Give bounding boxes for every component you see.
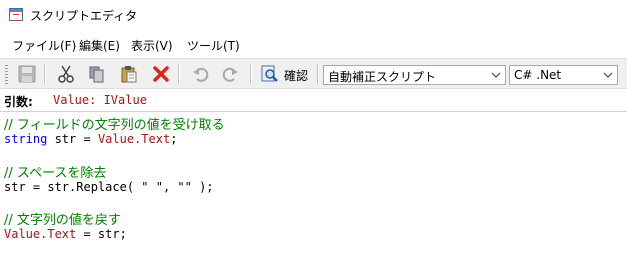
save-button[interactable] [16,63,38,85]
script-select[interactable]: 自動補正スクリプト [323,65,506,85]
code-editor[interactable]: // フィールドの文字列の値を受け取る string str = Value.T… [0,111,627,258]
save-icon [18,65,36,83]
paste-button[interactable] [118,63,140,85]
arguments-label: 引数: [4,95,33,109]
title-bar: スクリプトエディタ [0,0,627,30]
code-text: ; [170,132,178,146]
code-text: = str; [76,227,127,241]
code-line: string str = Value.Text; [4,132,177,146]
arguments-bar: 引数: Value: IValue [0,89,627,111]
undo-button[interactable] [189,63,211,85]
undo-icon [193,67,209,82]
code-line: str = str.Replace( " ", "" ); [4,180,214,194]
code-property: Value.Text [4,227,77,241]
toolbar: 確認 自動補正スクリプト C# .Net [0,58,627,89]
menu-tools[interactable]: ツール(T) [187,37,240,54]
toolbar-separator [44,64,46,84]
language-select[interactable]: C# .Net [509,65,618,85]
code-comment-line: // 文字列の値を戻す [4,213,121,228]
copy-button[interactable] [86,63,108,85]
cut-button[interactable] [55,63,77,85]
paste-icon [121,66,137,83]
app-icon [9,8,23,21]
confirm-icon-button[interactable] [259,63,281,85]
language-select-value: C# .Net [514,68,562,82]
delete-button[interactable] [150,63,172,85]
menu-file[interactable]: ファイル(F) [12,37,76,54]
redo-button[interactable] [220,63,242,85]
code-line: Value.Text = str; [4,227,127,241]
menu-view[interactable]: 表示(V) [131,37,173,54]
redo-icon [222,67,238,82]
menu-bar: ファイル(F) 編集(E) 表示(V) ツール(T) [0,34,627,56]
toolbar-separator [250,64,252,84]
toolbar-separator [178,64,180,84]
script-select-value: 自動補正スクリプト [328,70,437,84]
window-title: スクリプトエディタ [30,9,138,23]
confirm-button-label[interactable]: 確認 [284,67,308,84]
delete-x-icon [153,66,169,82]
menu-edit[interactable]: 編集(E) [79,37,120,54]
scissors-icon [58,65,74,83]
arguments-value: Value: IValue [53,93,147,107]
chevron-down-icon [603,72,613,78]
code-comment-line: // フィールドの文字列の値を受け取る [4,118,225,133]
code-property: Value.Text [97,132,171,146]
toolbar-separator [317,64,319,84]
code-keyword: string [4,132,48,146]
copy-icon [89,66,104,83]
code-text: str = [47,132,98,146]
code-comment-line: // スペースを除去 [4,166,107,181]
chevron-down-icon [491,72,501,78]
toolbar-grip[interactable] [5,65,8,84]
magnifier-document-icon [261,65,278,82]
